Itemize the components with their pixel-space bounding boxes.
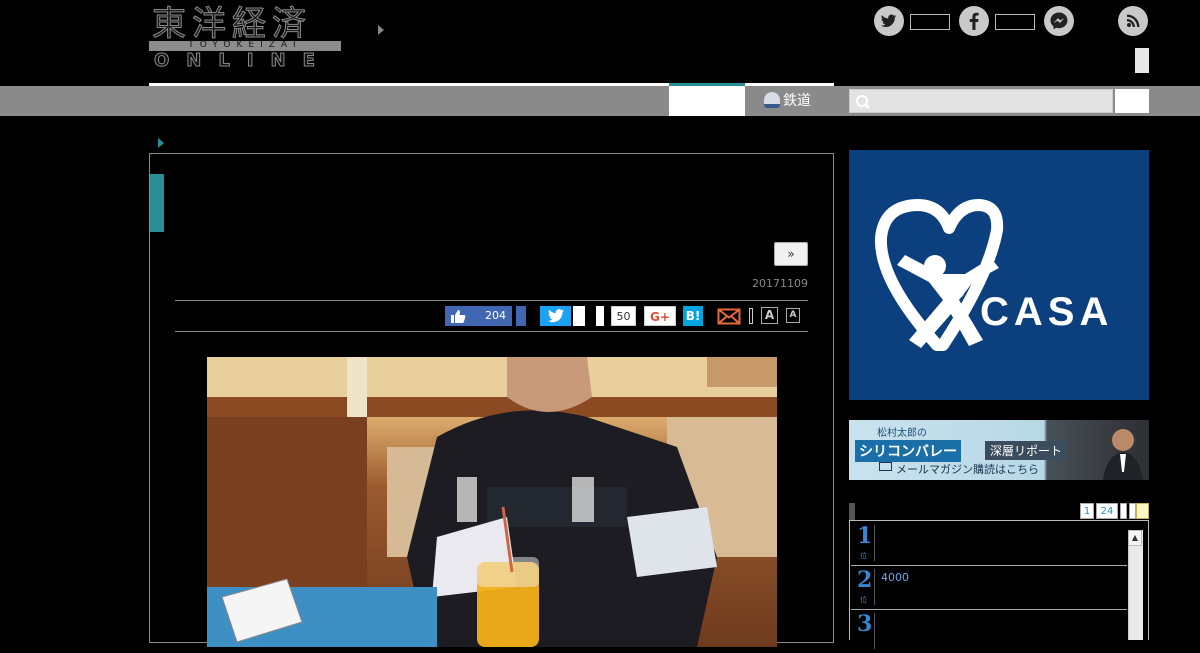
twitter-bird-icon xyxy=(547,309,564,323)
ranking-item[interactable]: 2 位 4000 xyxy=(851,565,1127,610)
ranking-tab-4[interactable] xyxy=(1129,503,1136,519)
sv-title: シリコンバレー xyxy=(855,440,961,462)
logo-main[interactable]: 東洋経済 xyxy=(152,4,312,45)
thumbs-up-icon xyxy=(451,310,466,323)
share-divider-bottom xyxy=(175,331,808,332)
font-small-button[interactable]: A xyxy=(786,308,800,323)
search-icon xyxy=(856,95,870,109)
rank-divider xyxy=(874,613,875,649)
ranking-item[interactable]: 3 xyxy=(851,609,1127,653)
messenger-icon[interactable] xyxy=(1044,6,1074,36)
rank-suffix: 位 xyxy=(860,596,867,604)
title-marker xyxy=(150,174,164,232)
rank-divider xyxy=(874,569,875,605)
nav-tab-active[interactable] xyxy=(669,86,745,116)
ranking-item[interactable]: 1 位 xyxy=(851,521,1127,566)
rss-icon[interactable] xyxy=(1118,6,1148,36)
hatena-count: 50 xyxy=(611,306,636,326)
facebook-count xyxy=(995,14,1035,30)
chevron-right-icon xyxy=(378,25,384,35)
article-photo xyxy=(207,357,777,647)
twitter-icon[interactable] xyxy=(874,6,904,36)
ranking-header-bar xyxy=(849,503,855,521)
train-icon xyxy=(764,92,780,108)
casa-text: CASA xyxy=(980,290,1114,334)
tweet-button[interactable] xyxy=(540,306,571,326)
ad-casa-banner[interactable]: ® CASA xyxy=(849,150,1149,400)
twitter-count xyxy=(910,14,950,30)
author-photo xyxy=(1103,429,1143,480)
like-count: 204 xyxy=(485,309,506,322)
envelope-icon xyxy=(879,462,892,471)
facebook-like-button[interactable]: 204 xyxy=(445,306,512,326)
ranking-tab-3[interactable] xyxy=(1120,503,1127,519)
casa-logo-icon xyxy=(874,199,1004,351)
rank-title: 4000 xyxy=(881,571,909,584)
ranking-tab-5[interactable] xyxy=(1136,503,1149,519)
font-size-separator xyxy=(749,308,753,324)
casa-registered: ® xyxy=(956,290,965,300)
logo-en[interactable]: ONLINE xyxy=(154,50,332,71)
nav-rail-label: 鉄道 xyxy=(783,93,811,109)
article-date: 20171109 xyxy=(752,277,808,290)
hatena-bookmark-button[interactable]: B! xyxy=(683,306,703,326)
share-divider-top xyxy=(175,300,808,301)
facebook-share-button[interactable] xyxy=(516,306,526,326)
share-count-left xyxy=(596,306,604,326)
scroll-up-arrow-icon[interactable]: ▲ xyxy=(1128,530,1142,546)
photo-scene xyxy=(207,357,777,647)
scroll-indicator[interactable] xyxy=(1135,48,1149,73)
ad-silicon-valley-banner[interactable]: 松村太郎の シリコンバレー 深層リポート メールマガジン購読はこちら xyxy=(849,420,1149,480)
ranking-scrollbar[interactable] xyxy=(1128,530,1143,640)
rank-number: 3 xyxy=(857,611,873,637)
mail-icon[interactable] xyxy=(717,306,741,326)
sv-mail-link: メールマガジン購読はこちら xyxy=(896,463,1039,476)
ranking-tab-1[interactable]: 1 xyxy=(1080,503,1094,519)
rank-suffix: 位 xyxy=(860,552,867,560)
ranking-tab-24[interactable]: 24 xyxy=(1096,503,1118,519)
sv-author: 松村太郎の xyxy=(877,428,927,439)
facebook-icon[interactable] xyxy=(959,6,989,36)
next-page-button[interactable]: » xyxy=(774,242,808,266)
font-large-button[interactable]: A xyxy=(761,307,778,324)
rank-number: 2 xyxy=(857,567,873,593)
rank-divider xyxy=(874,525,875,561)
nav-tab-rail[interactable]: 鉄道 xyxy=(764,90,811,112)
search-button[interactable] xyxy=(1115,89,1149,113)
google-plus-button[interactable]: G+ xyxy=(644,306,676,326)
breadcrumb-arrow-icon xyxy=(158,138,164,148)
rank-number: 1 xyxy=(857,523,873,549)
search-input[interactable] xyxy=(849,89,1113,113)
sv-tag: 深層リポート xyxy=(985,441,1068,460)
tweet-count xyxy=(573,306,585,326)
